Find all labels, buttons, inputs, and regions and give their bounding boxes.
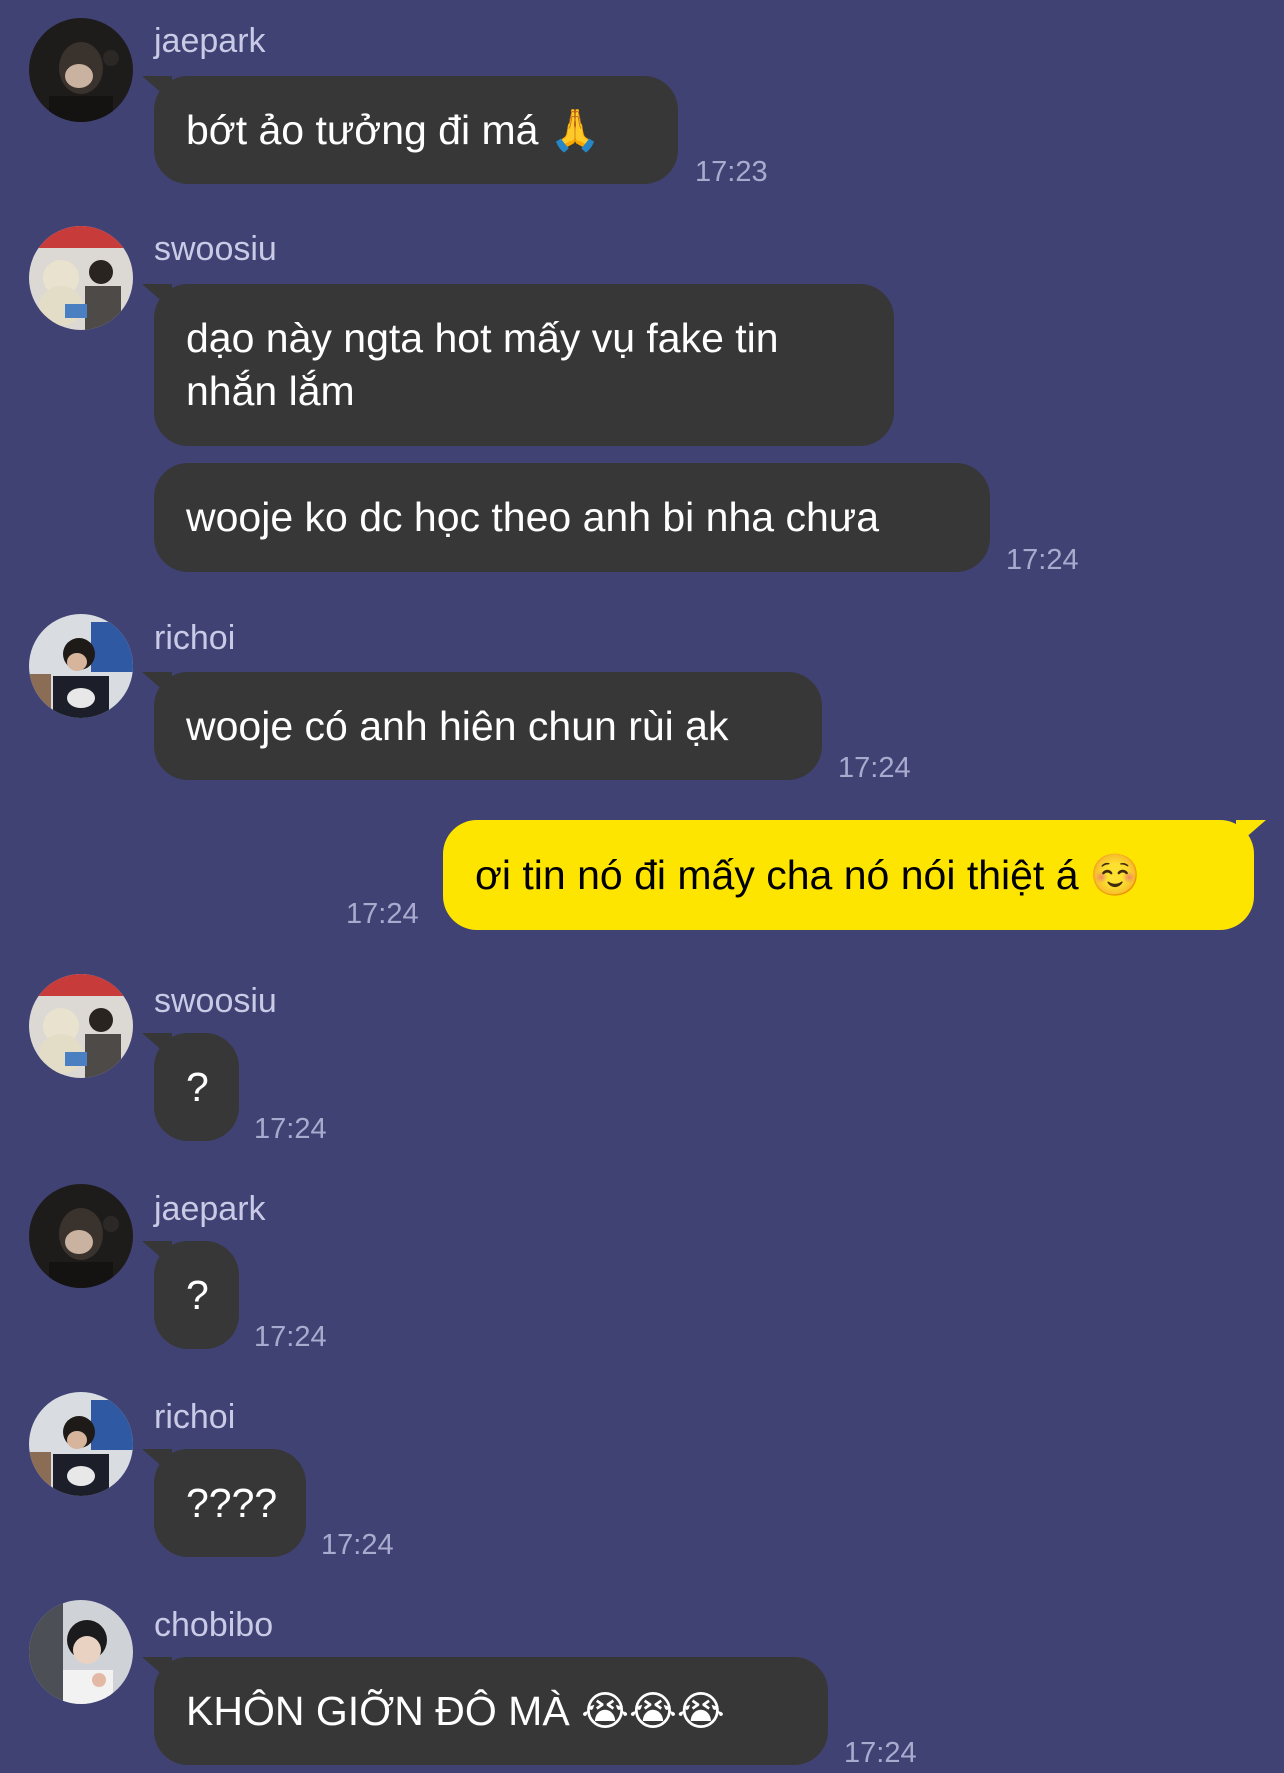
sender-name: chobibo — [154, 1606, 274, 1644]
outgoing-message-bubble[interactable]: ơi tin nó đi mấy cha nó nói thiệt á ☺️ — [443, 820, 1254, 930]
message-time: 17:24 — [838, 752, 911, 784]
message-bubble[interactable]: wooje có anh hiên chun rùi ạk — [154, 672, 822, 780]
avatar-richoi[interactable] — [29, 614, 133, 718]
avatar-swoosiu[interactable] — [29, 974, 133, 1078]
message-bubble[interactable]: ? — [154, 1241, 239, 1349]
message-bubble[interactable]: ???? — [154, 1449, 306, 1557]
message-time: 17:23 — [695, 156, 768, 188]
message-text: ? — [186, 1063, 209, 1110]
message-text: bớt ảo tưởng đi má 🙏 — [186, 106, 601, 153]
message-time: 17:24 — [844, 1737, 917, 1769]
sender-name: swoosiu — [154, 982, 277, 1020]
sender-name: jaepark — [154, 1190, 266, 1228]
message-time: 17:24 — [254, 1321, 327, 1353]
avatar-jaepark[interactable] — [29, 18, 133, 122]
avatar-chobibo[interactable] — [29, 1600, 133, 1704]
message-bubble[interactable]: KHÔN GIỠN ĐÔ MÀ 😭😭😭 — [154, 1657, 828, 1765]
message-bubble[interactable]: bớt ảo tưởng đi má 🙏 — [154, 76, 678, 184]
avatar-jaepark[interactable] — [29, 1184, 133, 1288]
message-text: ? — [186, 1271, 209, 1318]
sender-name: richoi — [154, 619, 236, 657]
sender-name: richoi — [154, 1398, 236, 1436]
message-bubble[interactable]: wooje ko dc học theo anh bi nha chưa — [154, 463, 990, 572]
avatar-richoi[interactable] — [29, 1392, 133, 1496]
message-time: 17:24 — [254, 1113, 327, 1145]
message-text: ???? — [186, 1479, 278, 1526]
message-time: 17:24 — [321, 1529, 394, 1561]
sender-name: jaepark — [154, 22, 266, 60]
chat-room[interactable]: jaepark bớt ảo tưởng đi má 🙏 17:23 swoos… — [0, 0, 1284, 1773]
message-text: ơi tin nó đi mấy cha nó nói thiệt á ☺️ — [475, 851, 1141, 898]
message-text: wooje ko dc học theo anh bi nha chưa — [186, 494, 880, 540]
message-time: 17:24 — [346, 898, 419, 930]
sender-name: swoosiu — [154, 230, 277, 268]
message-text: wooje có anh hiên chun rùi ạk — [186, 702, 729, 749]
message-text: dạo này ngta hot mấy vụ fake tin nhắn lắ… — [186, 315, 779, 414]
message-bubble[interactable]: dạo này ngta hot mấy vụ fake tin nhắn lắ… — [154, 284, 894, 446]
message-time: 17:24 — [1006, 544, 1079, 576]
message-text: KHÔN GIỠN ĐÔ MÀ 😭😭😭 — [186, 1687, 725, 1734]
avatar-swoosiu[interactable] — [29, 226, 133, 330]
message-bubble[interactable]: ? — [154, 1033, 239, 1141]
